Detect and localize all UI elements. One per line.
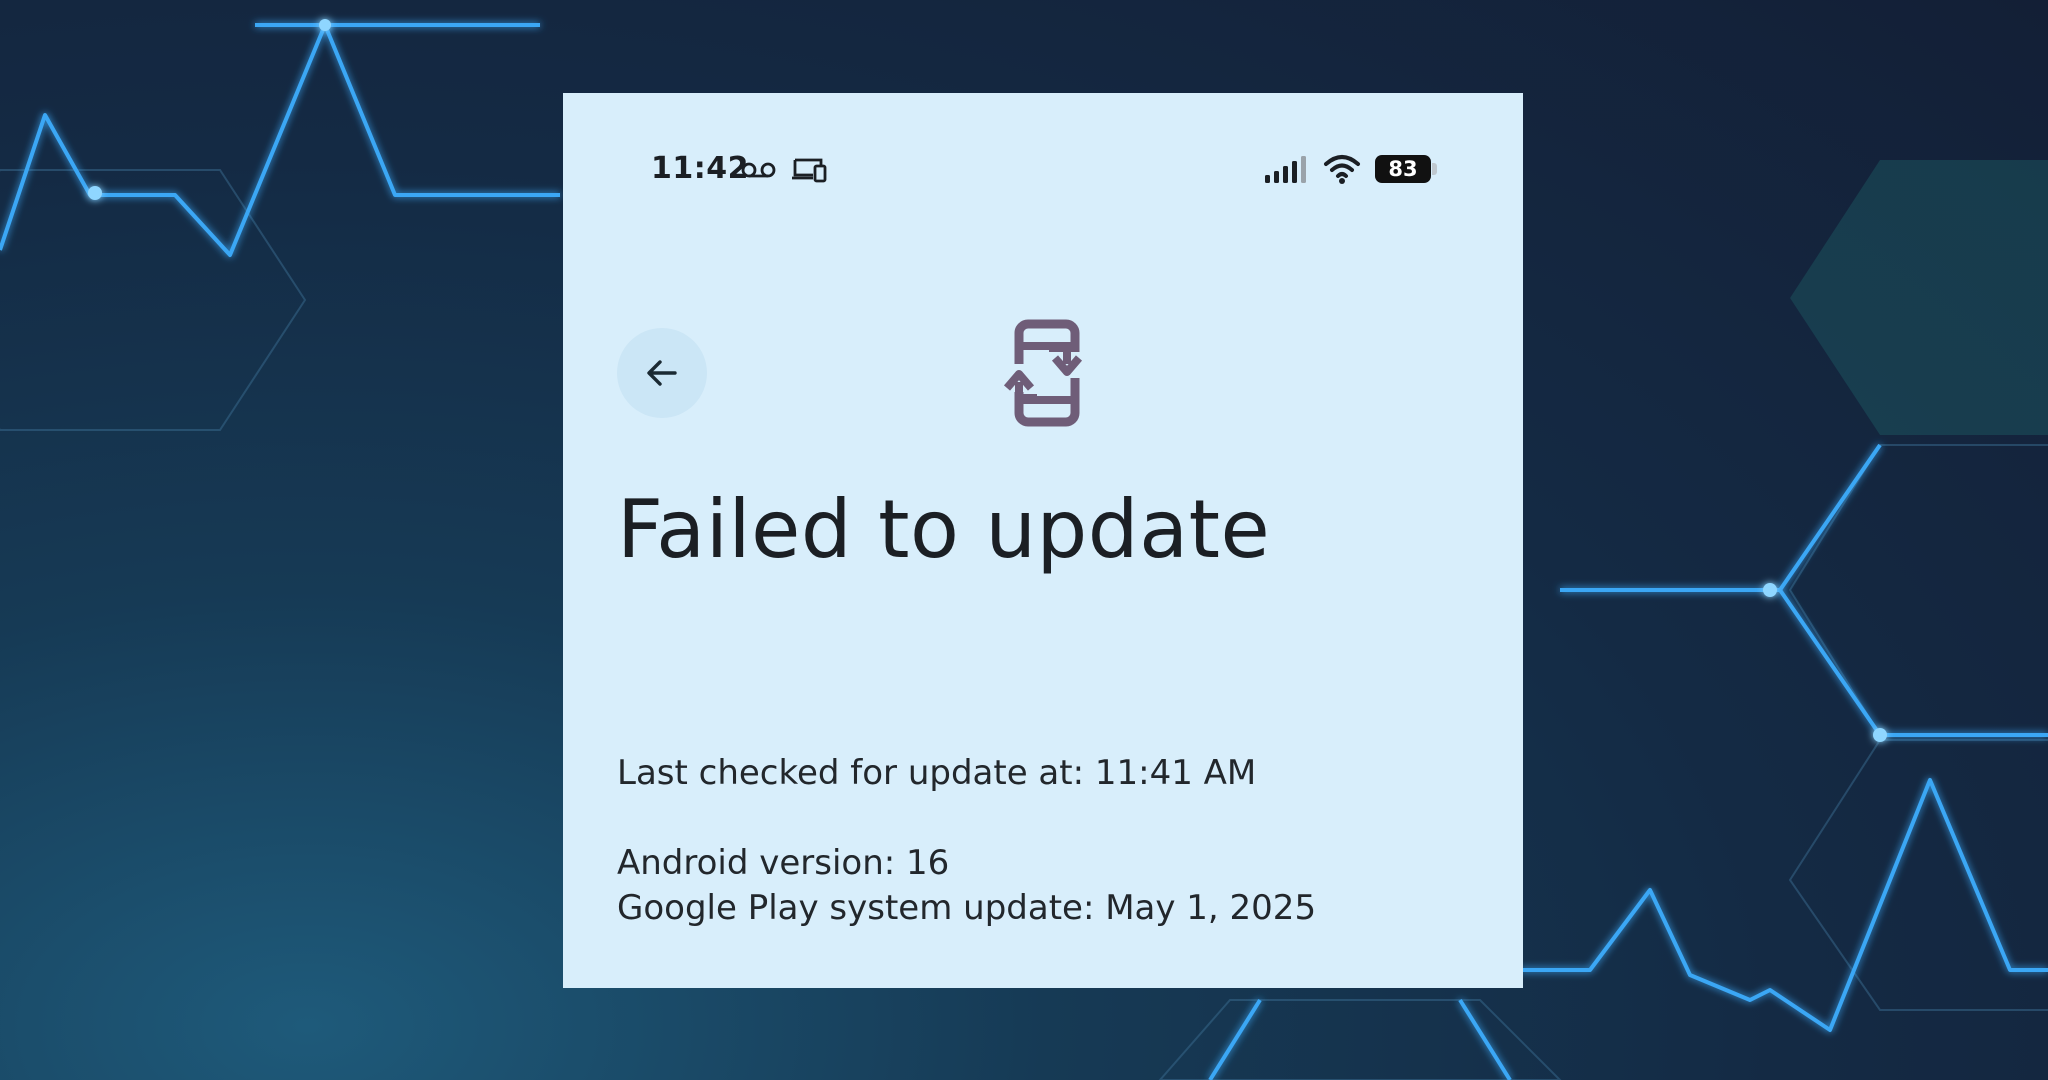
phone-screen: 11:42 83 Failed to update Last checked f… <box>563 93 1523 988</box>
system-update-icon <box>999 319 1085 427</box>
battery-indicator: 83 <box>1375 155 1431 183</box>
back-button[interactable] <box>617 328 707 418</box>
arrow-back-icon <box>647 360 677 386</box>
page-title: Failed to update <box>617 483 1271 576</box>
play-system-update-text: Google Play system update: May 1, 2025 <box>617 888 1317 928</box>
signal-icon <box>1265 156 1306 183</box>
voicemail-icon <box>741 162 776 178</box>
battery-level: 83 <box>1388 157 1418 181</box>
status-bar: 11:42 83 <box>563 93 1523 203</box>
status-time: 11:42 <box>651 151 749 186</box>
wifi-icon <box>1324 155 1360 184</box>
last-checked-text: Last checked for update at: 11:41 AM <box>617 753 1257 793</box>
devices-icon <box>792 158 827 183</box>
android-version-text: Android version: 16 <box>617 843 950 883</box>
battery-cap <box>1432 163 1437 175</box>
